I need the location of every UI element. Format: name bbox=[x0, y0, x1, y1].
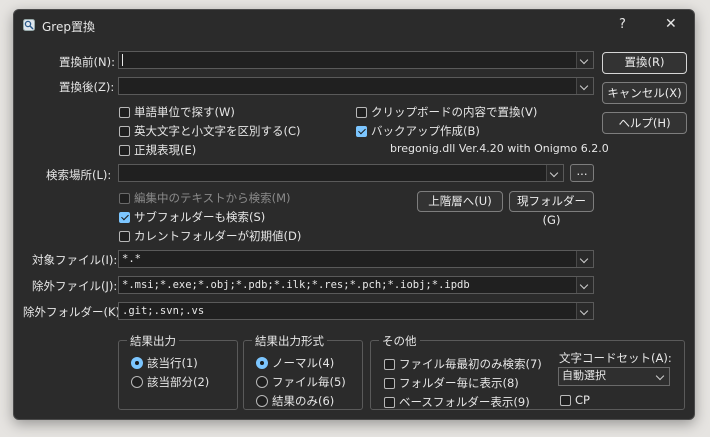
parent-folder-button[interactable]: 上階層へ(U) bbox=[417, 191, 503, 212]
regex-option[interactable]: 正規表現(E) bbox=[119, 142, 196, 158]
word-option[interactable]: 単語単位で探す(W) bbox=[119, 104, 235, 120]
checkbox[interactable] bbox=[119, 126, 130, 137]
after-combo[interactable] bbox=[118, 77, 594, 95]
other-group: その他 ファイル毎最初のみ検索(7) フォルダー毎に表示(8) ベースフォルダー… bbox=[370, 333, 685, 410]
result-format-option-1[interactable]: ノーマル(4) bbox=[256, 355, 334, 371]
subfolders-option-label: サブフォルダーも検索(S) bbox=[134, 210, 266, 224]
window-title: Grep置換 bbox=[42, 20, 95, 34]
after-label: 置換後(Z): bbox=[59, 80, 115, 94]
clipboard-option-label: クリップボードの内容で置換(V) bbox=[371, 105, 538, 119]
exclude-files-combo[interactable]: *.msi;*.exe;*.obj;*.pdb;*.ilk;*.res;*.pc… bbox=[118, 276, 594, 294]
charset-value: 自動選択 bbox=[562, 369, 606, 382]
before-label: 置換前(N): bbox=[59, 55, 115, 69]
result-output-option-2[interactable]: 該当部分(2) bbox=[131, 374, 209, 390]
result-format-option-3-label: 結果のみ(6) bbox=[272, 394, 335, 408]
chevron-down-icon[interactable] bbox=[576, 251, 593, 267]
result-output-option-1[interactable]: 該当行(1) bbox=[131, 355, 198, 371]
checkbox-checked[interactable] bbox=[119, 212, 130, 223]
cp-option-label: CP bbox=[575, 393, 590, 407]
result-output-title: 結果出力 bbox=[127, 333, 179, 349]
case-option[interactable]: 英大文字と小文字を区別する(C) bbox=[119, 123, 301, 139]
result-format-title: 結果出力形式 bbox=[252, 333, 327, 349]
chevron-down-icon[interactable] bbox=[576, 52, 593, 68]
exclude-files-value: *.msi;*.exe;*.obj;*.pdb;*.ilk;*.res;*.pc… bbox=[122, 279, 470, 291]
radio[interactable] bbox=[131, 376, 143, 388]
target-files-combo[interactable]: *.* bbox=[118, 250, 594, 268]
checkbox-disabled bbox=[119, 193, 130, 204]
grep-replace-dialog: Grep置換 ? ✕ 置換前(N): 置換後(Z): 置換(R) キャンセル(X… bbox=[13, 9, 695, 420]
radio[interactable] bbox=[256, 376, 268, 388]
checkbox[interactable] bbox=[560, 395, 571, 406]
search-location-label: 検索場所(L): bbox=[46, 168, 112, 182]
browse-button[interactable]: ... bbox=[570, 164, 594, 182]
text-caret bbox=[122, 54, 123, 66]
other-option-3-label: ベースフォルダー表示(9) bbox=[399, 395, 530, 409]
current-default-option[interactable]: カレントフォルダーが初期値(D) bbox=[119, 228, 301, 244]
other-title: その他 bbox=[379, 333, 420, 349]
help-title-button[interactable]: ? bbox=[619, 17, 626, 32]
from-editing-option: 編集中のテキストから検索(M) bbox=[119, 190, 291, 206]
other-option-2[interactable]: フォルダー毎に表示(8) bbox=[384, 375, 519, 391]
result-output-option-2-label: 該当部分(2) bbox=[147, 375, 210, 389]
chevron-down-icon[interactable] bbox=[546, 165, 563, 181]
charset-label: 文字コードセット(A): bbox=[559, 351, 672, 365]
chevron-down-icon[interactable] bbox=[653, 368, 669, 384]
target-files-label: 対象ファイル(I): bbox=[32, 253, 118, 267]
result-format-option-3[interactable]: 結果のみ(6) bbox=[256, 393, 334, 409]
subfolders-option[interactable]: サブフォルダーも検索(S) bbox=[119, 209, 265, 225]
chevron-down-icon[interactable] bbox=[576, 78, 593, 94]
checkbox[interactable] bbox=[384, 378, 395, 389]
target-files-value: *.* bbox=[122, 253, 141, 265]
chevron-down-icon[interactable] bbox=[576, 303, 593, 319]
checkbox[interactable] bbox=[356, 107, 367, 118]
regex-option-label: 正規表現(E) bbox=[134, 143, 197, 157]
result-format-group: 結果出力形式 ノーマル(4) ファイル毎(5) 結果のみ(6) bbox=[243, 333, 363, 410]
current-default-option-label: カレントフォルダーが初期値(D) bbox=[134, 229, 302, 243]
result-output-group: 結果出力 該当行(1) 該当部分(2) bbox=[118, 333, 238, 410]
checkbox[interactable] bbox=[384, 397, 395, 408]
checkbox[interactable] bbox=[384, 359, 395, 370]
checkbox[interactable] bbox=[119, 145, 130, 156]
other-option-1[interactable]: ファイル毎最初のみ検索(7) bbox=[384, 356, 542, 372]
exclude-files-label: 除外ファイル(J): bbox=[32, 279, 118, 293]
close-icon[interactable]: ✕ bbox=[665, 16, 677, 32]
radio-checked[interactable] bbox=[131, 357, 143, 369]
replace-button[interactable]: 置換(R) bbox=[602, 52, 687, 74]
result-output-option-1-label: 該当行(1) bbox=[147, 356, 198, 370]
backup-option-label: バックアップ作成(B) bbox=[371, 124, 480, 138]
exclude-folders-label: 除外フォルダー(K): bbox=[23, 305, 124, 319]
before-combo[interactable] bbox=[118, 51, 594, 69]
result-format-option-2-label: ファイル毎(5) bbox=[272, 375, 346, 389]
from-editing-option-label: 編集中のテキストから検索(M) bbox=[134, 191, 291, 205]
radio[interactable] bbox=[256, 395, 268, 407]
search-location-combo[interactable] bbox=[118, 164, 564, 182]
result-format-option-2[interactable]: ファイル毎(5) bbox=[256, 374, 346, 390]
backup-option[interactable]: バックアップ作成(B) bbox=[356, 123, 480, 139]
cp-option[interactable]: CP bbox=[560, 393, 590, 407]
charset-select[interactable]: 自動選択 bbox=[558, 367, 670, 386]
chevron-down-icon[interactable] bbox=[576, 277, 593, 293]
other-option-2-label: フォルダー毎に表示(8) bbox=[399, 376, 519, 390]
version-text: bregonig.dll Ver.4.20 with Onigmo 6.2.0 bbox=[390, 142, 609, 155]
exclude-folders-value: .git;.svn;.vs bbox=[122, 305, 205, 317]
clipboard-option[interactable]: クリップボードの内容で置換(V) bbox=[356, 104, 537, 120]
app-icon bbox=[23, 19, 35, 31]
checkbox[interactable] bbox=[119, 231, 130, 242]
result-format-option-1-label: ノーマル(4) bbox=[272, 356, 335, 370]
checkbox-checked[interactable] bbox=[356, 126, 367, 137]
current-folder-button[interactable]: 現フォルダー(G) bbox=[509, 191, 594, 227]
exclude-folders-combo[interactable]: .git;.svn;.vs bbox=[118, 302, 594, 320]
other-option-3[interactable]: ベースフォルダー表示(9) bbox=[384, 394, 530, 410]
cancel-button[interactable]: キャンセル(X) bbox=[602, 82, 687, 104]
word-option-label: 単語単位で探す(W) bbox=[134, 105, 235, 119]
help-button[interactable]: ヘルプ(H) bbox=[602, 112, 687, 134]
radio-checked[interactable] bbox=[256, 357, 268, 369]
title-bar: Grep置換 ? ✕ bbox=[14, 10, 694, 40]
case-option-label: 英大文字と小文字を区別する(C) bbox=[134, 124, 301, 138]
other-option-1-label: ファイル毎最初のみ検索(7) bbox=[399, 357, 542, 371]
checkbox[interactable] bbox=[119, 107, 130, 118]
